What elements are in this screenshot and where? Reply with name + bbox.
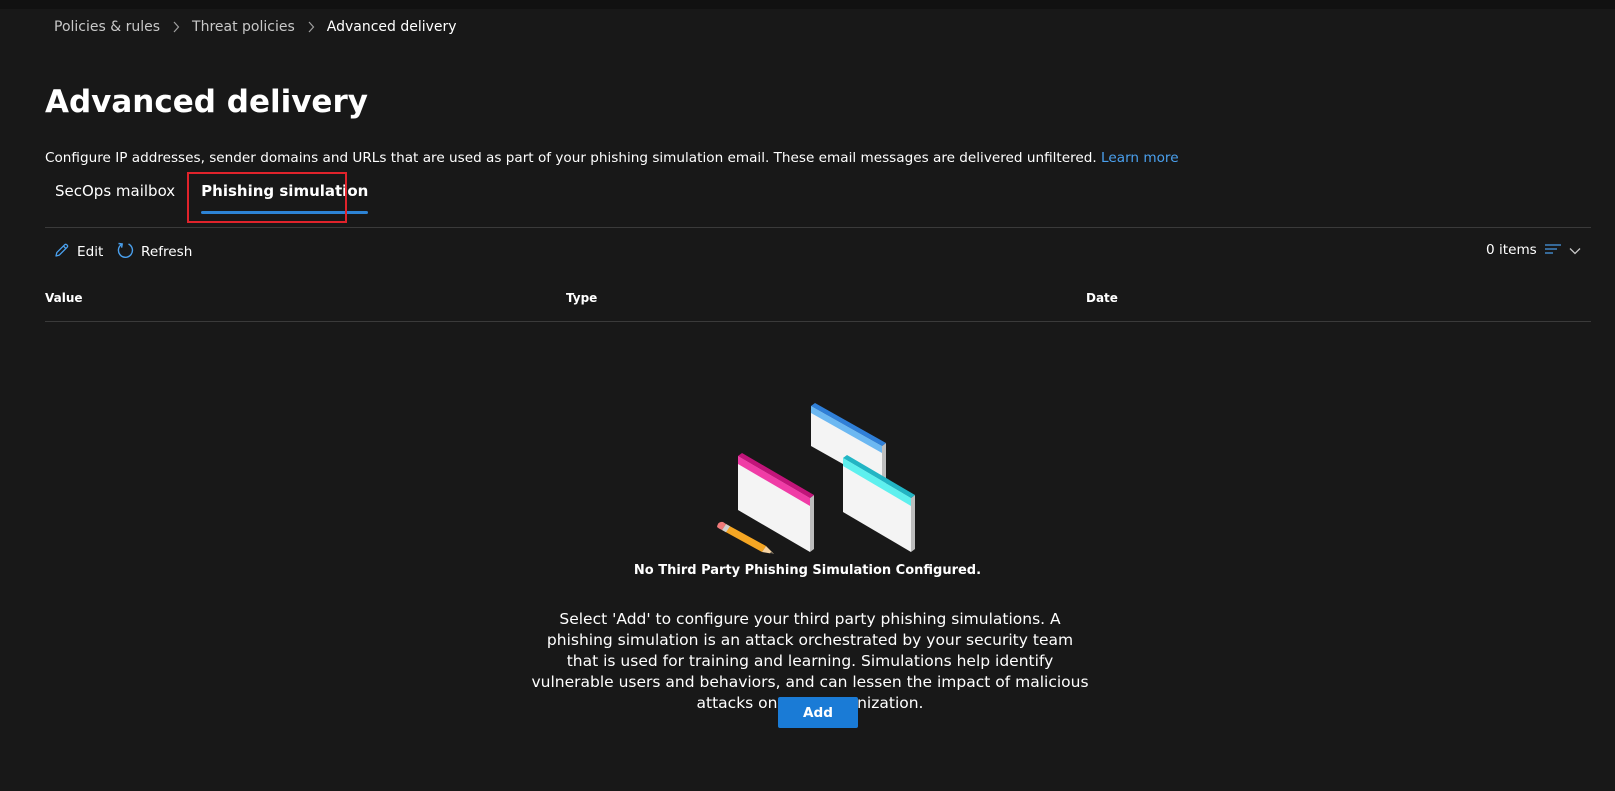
add-button[interactable]: Add [778,697,858,728]
tab-label: SecOps mailbox [55,182,176,200]
edit-button[interactable]: Edit [53,241,103,263]
empty-state-illustration [710,402,920,562]
tabs-divider [45,227,1591,228]
refresh-button[interactable]: Refresh [116,241,192,263]
sort-lines-icon [1544,241,1562,260]
top-strip [0,0,1615,9]
column-header-type[interactable]: Type [566,291,597,305]
sort-control[interactable] [1544,241,1582,260]
learn-more-link[interactable]: Learn more [1101,150,1179,166]
pencil-graphic [717,521,774,554]
column-header-value[interactable]: Value [45,291,83,305]
refresh-label: Refresh [141,244,193,260]
chevron-right-icon [307,21,315,33]
page-title: Advanced delivery [45,84,368,120]
refresh-icon [116,241,134,263]
breadcrumb-item-policies-rules[interactable]: Policies & rules [54,19,160,35]
chevron-right-icon [172,21,180,33]
pencil-icon [53,242,70,263]
highlight-annotation-box [187,172,347,223]
tab-secops-mailbox[interactable]: SecOps mailbox [45,176,185,218]
description-text: Configure IP addresses, sender domains a… [45,150,1097,166]
column-header-date[interactable]: Date [1086,291,1118,305]
page-description: Configure IP addresses, sender domains a… [45,150,1179,166]
breadcrumb: Policies & rules Threat policies Advance… [54,16,457,38]
chevron-down-icon [1568,241,1582,260]
empty-state-title: No Third Party Phishing Simulation Confi… [633,563,982,578]
table-header-divider [45,321,1591,322]
items-count: 0 items [1486,242,1537,258]
breadcrumb-item-advanced-delivery: Advanced delivery [326,19,457,35]
edit-label: Edit [77,244,104,260]
breadcrumb-item-threat-policies[interactable]: Threat policies [192,19,295,35]
